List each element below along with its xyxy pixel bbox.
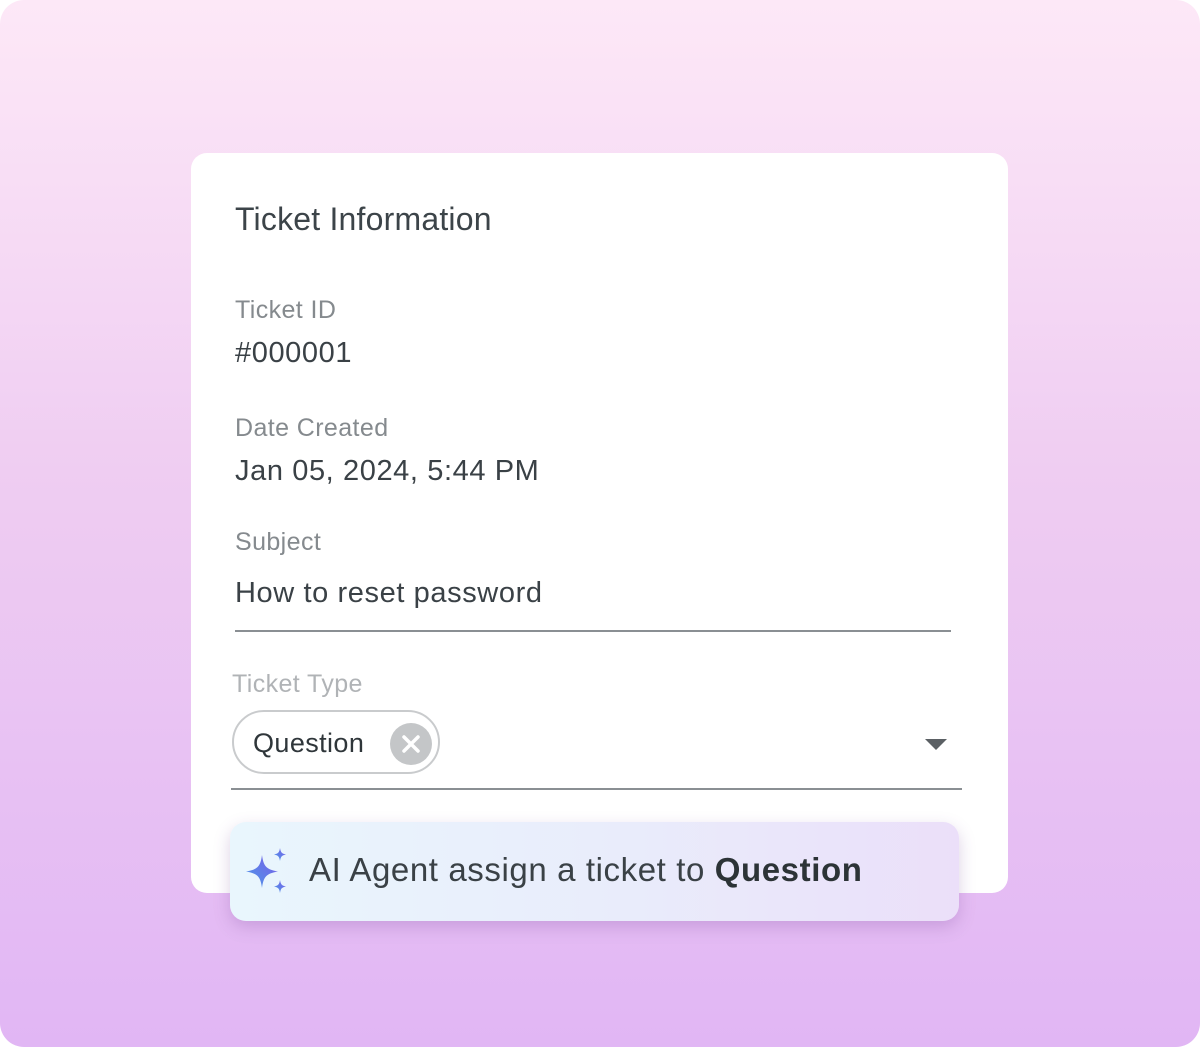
ticket-id-value: #000001 bbox=[235, 337, 353, 369]
ticket-id-label: Ticket ID bbox=[235, 296, 337, 324]
subject-underline bbox=[235, 630, 951, 632]
sparkle-icon bbox=[246, 848, 286, 893]
ai-agent-banner: AI Agent assign a ticket to Question bbox=[230, 822, 959, 921]
ai-agent-message: AI Agent assign a ticket to Question bbox=[309, 851, 863, 889]
ticket-type-chip[interactable]: Question bbox=[232, 710, 440, 774]
ticket-type-underline bbox=[231, 788, 962, 790]
caret-down-icon[interactable] bbox=[925, 739, 947, 750]
card-title: Ticket Information bbox=[235, 201, 492, 237]
ticket-type-label: Ticket Type bbox=[232, 670, 363, 698]
ai-message-highlight: Question bbox=[714, 851, 863, 888]
close-icon[interactable] bbox=[390, 723, 432, 765]
ai-message-prefix: AI Agent assign a ticket to bbox=[309, 851, 715, 888]
ticket-information-card: Ticket Information Ticket ID #000001 Dat… bbox=[191, 153, 1008, 893]
chip-label: Question bbox=[253, 728, 365, 758]
date-created-label: Date Created bbox=[235, 414, 389, 442]
page-background: Ticket Information Ticket ID #000001 Dat… bbox=[0, 0, 1200, 1047]
date-created-value: Jan 05, 2024, 5:44 PM bbox=[235, 455, 540, 487]
subject-input[interactable]: How to reset password bbox=[235, 577, 543, 610]
subject-label: Subject bbox=[235, 528, 322, 556]
